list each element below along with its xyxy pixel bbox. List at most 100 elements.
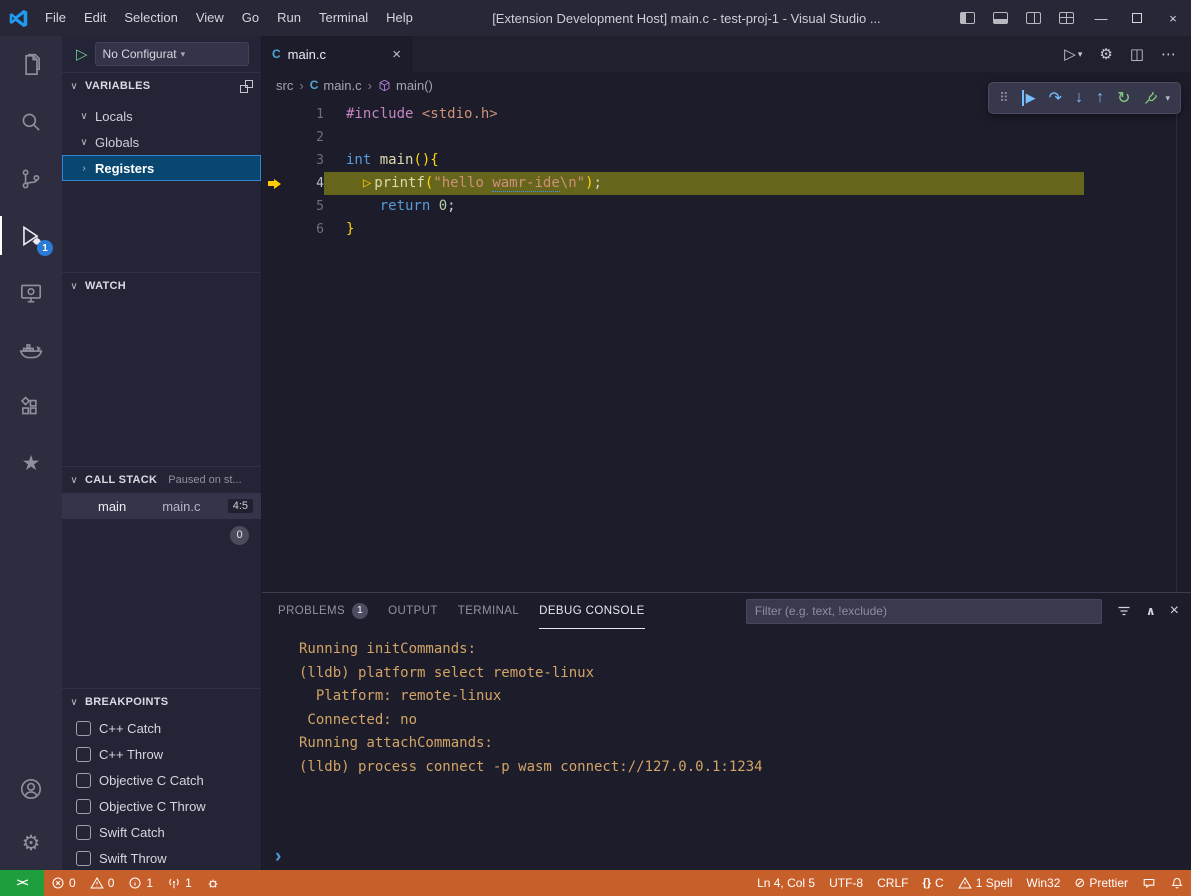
panel-tab-terminal[interactable]: TERMINAL xyxy=(458,593,519,629)
menu-selection[interactable]: Selection xyxy=(115,0,186,36)
breakpoint-gutter[interactable] xyxy=(262,195,290,218)
restart-button[interactable]: ↻ xyxy=(1117,88,1130,108)
run-or-debug-button[interactable]: ▷▾ xyxy=(1064,45,1082,63)
maximize-panel-icon[interactable]: ∧ xyxy=(1146,604,1156,618)
activity-remote-explorer-icon[interactable] xyxy=(0,264,62,321)
toggle-panel-icon[interactable] xyxy=(993,12,1008,24)
minimize-button[interactable]: — xyxy=(1083,0,1119,36)
breakpoint-gutter[interactable] xyxy=(262,149,290,172)
encoding-status[interactable]: UTF-8 xyxy=(822,870,870,896)
chevron-down-icon: ∨ xyxy=(66,475,82,486)
panel-tab-output[interactable]: OUTPUT xyxy=(388,593,438,629)
start-debug-icon[interactable]: ▷ xyxy=(76,45,88,63)
customize-layout-icon[interactable] xyxy=(1059,12,1074,24)
step-out-button[interactable]: ↑ xyxy=(1096,89,1104,107)
activity-run-debug-icon[interactable]: 1 xyxy=(0,207,62,264)
maximize-button[interactable] xyxy=(1119,0,1155,36)
checkbox-unchecked[interactable] xyxy=(76,747,91,762)
ports-status[interactable]: 1 xyxy=(160,870,199,896)
toggle-primary-sidebar-icon[interactable] xyxy=(960,12,975,24)
menu-go[interactable]: Go xyxy=(233,0,268,36)
breakpoint-gutter[interactable] xyxy=(262,126,290,149)
breakpoint-gutter[interactable] xyxy=(262,103,290,126)
close-panel-icon[interactable]: × xyxy=(1170,602,1179,620)
split-editor-icon[interactable]: ◫ xyxy=(1130,45,1144,63)
eol-status[interactable]: CRLF xyxy=(870,870,915,896)
breakpoint-gutter[interactable] xyxy=(262,218,290,241)
breakpoint-item[interactable]: C++ Catch xyxy=(62,715,261,741)
variables-item-registers[interactable]: ›Registers xyxy=(62,155,261,181)
more-actions-icon[interactable]: ⋯ xyxy=(1161,45,1176,63)
menu-edit[interactable]: Edit xyxy=(75,0,115,36)
toggle-secondary-sidebar-icon[interactable] xyxy=(1026,12,1041,24)
activity-extensions-icon[interactable] xyxy=(0,378,62,435)
activity-explorer-icon[interactable] xyxy=(0,36,62,93)
drag-handle-icon[interactable]: ⠿ xyxy=(999,90,1009,106)
bug-icon xyxy=(206,876,220,890)
activity-favorites-icon[interactable]: ★ xyxy=(0,435,62,492)
language-mode[interactable]: {}C xyxy=(915,870,950,896)
problems-status[interactable]: 0 0 1 xyxy=(44,870,160,896)
activity-docker-icon[interactable] xyxy=(0,321,62,378)
spell-checker-status[interactable]: 1 Spell xyxy=(951,870,1020,896)
breakpoint-item[interactable]: Swift Throw xyxy=(62,845,261,870)
debug-toolbar: ⠿ ▶ ↷ ↓ ↑ ↻ ▾ xyxy=(988,82,1181,114)
chevron-down-icon[interactable]: ▾ xyxy=(1165,93,1170,104)
cursor-position[interactable]: Ln 4, Col 5 xyxy=(750,870,822,896)
step-into-button[interactable]: ↓ xyxy=(1075,89,1083,107)
step-over-button[interactable]: ↷ xyxy=(1049,88,1062,108)
breakpoints-section-header[interactable]: ∨ BREAKPOINTS xyxy=(62,689,261,715)
watch-section-header[interactable]: ∨ WATCH xyxy=(62,273,261,299)
debug-status[interactable] xyxy=(199,870,227,896)
breakpoint-item[interactable]: Swift Catch xyxy=(62,819,261,845)
prettier-status[interactable]: ⊘Prettier xyxy=(1067,870,1135,896)
menu-run[interactable]: Run xyxy=(268,0,310,36)
platform-status[interactable]: Win32 xyxy=(1019,870,1067,896)
continue-button[interactable]: ▶ xyxy=(1022,90,1036,106)
checkbox-unchecked[interactable] xyxy=(76,851,91,866)
settings-gear-icon[interactable]: ⚙ xyxy=(0,816,62,870)
checkbox-unchecked[interactable] xyxy=(76,773,91,788)
accounts-icon[interactable] xyxy=(0,762,62,816)
breadcrumb-folder[interactable]: src xyxy=(276,78,293,93)
menu-terminal[interactable]: Terminal xyxy=(310,0,377,36)
code-editor[interactable]: 1#include <stdio.h>23int main(){4 ▷print… xyxy=(262,98,1191,592)
console-input-row[interactable]: › xyxy=(262,844,1191,870)
activity-search-icon[interactable] xyxy=(0,93,62,150)
panel-tab-problems[interactable]: PROBLEMS1 xyxy=(278,593,368,629)
breadcrumb-symbol[interactable]: main() xyxy=(378,78,433,93)
tab-main-c[interactable]: C main.c × xyxy=(262,36,412,72)
filter-input[interactable] xyxy=(746,599,1102,624)
panel-tab-debug-console[interactable]: DEBUG CONSOLE xyxy=(539,593,645,629)
stack-frame[interactable]: main main.c 4:5 xyxy=(62,493,261,519)
symbol-method-icon xyxy=(378,79,391,92)
breakpoint-item[interactable]: Objective C Catch xyxy=(62,767,261,793)
gear-icon[interactable]: ⚙ xyxy=(1099,45,1112,63)
debug-config-dropdown[interactable]: No Configurat ▾ xyxy=(95,42,249,66)
filter-icon[interactable] xyxy=(1116,603,1132,619)
variables-section-header[interactable]: ∨ VARIABLES xyxy=(62,73,261,99)
call-stack-section-header[interactable]: ∨ CALL STACK Paused on st... xyxy=(62,467,261,493)
notifications-status[interactable] xyxy=(1163,870,1191,896)
menu-view[interactable]: View xyxy=(187,0,233,36)
disconnect-button[interactable] xyxy=(1143,90,1159,106)
variables-item-globals[interactable]: ∨Globals xyxy=(62,129,261,155)
feedback-status[interactable] xyxy=(1135,870,1163,896)
menu-help[interactable]: Help xyxy=(377,0,422,36)
variables-item-locals[interactable]: ∨Locals xyxy=(62,103,261,129)
close-window-button[interactable]: × xyxy=(1155,0,1191,36)
activity-source-control-icon[interactable] xyxy=(0,150,62,207)
breakpoint-item[interactable]: C++ Throw xyxy=(62,741,261,767)
checkbox-unchecked[interactable] xyxy=(76,721,91,736)
docker-whale-icon xyxy=(18,337,44,363)
menu-file[interactable]: File xyxy=(36,0,75,36)
remote-indicator[interactable]: >< xyxy=(0,870,44,896)
checkbox-unchecked[interactable] xyxy=(76,799,91,814)
breadcrumb-file[interactable]: Cmain.c xyxy=(310,78,362,93)
breakpoint-gutter[interactable] xyxy=(262,172,290,195)
collapse-all-icon[interactable] xyxy=(240,80,253,93)
checkbox-unchecked[interactable] xyxy=(76,825,91,840)
breakpoint-item[interactable]: Objective C Throw xyxy=(62,793,261,819)
debug-console-output[interactable]: Running initCommands:(lldb) platform sel… xyxy=(262,629,1191,844)
close-icon[interactable]: × xyxy=(392,46,401,63)
